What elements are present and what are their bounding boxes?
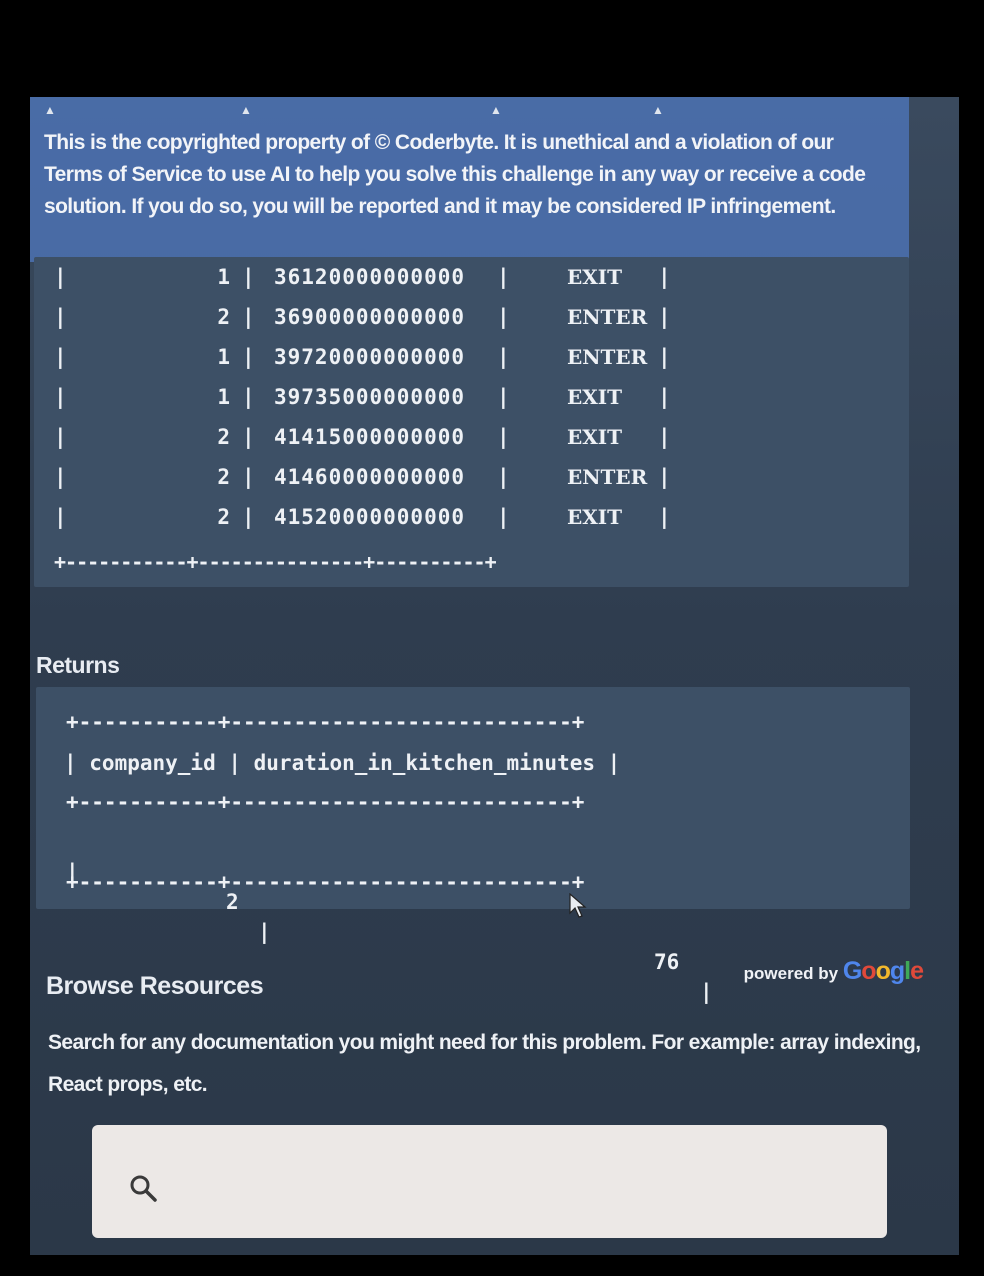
table-row: | 2 | 41460000000000 | ENTER | [34,457,909,497]
table-row: | 2 | 76 | [36,827,910,1004]
action-cell: ENTER [567,465,648,489]
timestamp-cell: 36120000000000 [274,265,466,289]
table-row: | 2 | 41520000000000 | EXIT | [34,497,909,537]
row-separator: | [258,920,271,944]
row-right-edge: | [658,345,671,369]
search-icon [130,1175,157,1202]
banner-tick-mark: ▲ [44,103,56,117]
row-separator: | [242,305,255,329]
example-input-table: | 1 | 36120000000000 | EXIT | | 2 | 36900000000000… [34,257,909,587]
table-row: | 1 | 39720000000000 | ENTER | [34,337,909,377]
row-separator: | [497,305,510,329]
banner-tick-mark: ▲ [240,103,252,117]
table-row: | 2 | 36900000000000 | ENTER | [34,297,909,337]
returns-table: +-----------+---------------------------… [36,687,910,1004]
row-separator: | [242,265,255,289]
row-left-edge: | [54,345,67,369]
row-separator: | [497,385,510,409]
row-left-edge: | [54,305,67,329]
banner-tick-mark: ▲ [490,103,502,117]
row-separator: | [497,425,510,449]
row-separator: | [497,265,510,289]
resource-search-input[interactable] [182,1155,866,1211]
action-cell: EXIT [567,425,622,449]
row-right-edge: | [658,305,671,329]
timestamp-cell: 41460000000000 [274,465,466,489]
row-right-edge: | [658,505,671,529]
input-table-bottom-border: +-----------+---------------+----------+ [54,550,497,574]
company-id-cell: 2 [217,465,230,489]
row-left-edge: | [54,385,67,409]
copyright-notice-banner: ▲ ▲ ▲ ▲ This is the copyrighted property… [30,97,909,262]
returns-duration-cell: 76 [654,950,680,974]
row-separator: | [242,465,255,489]
row-separator: | [242,385,255,409]
timestamp-cell: 41520000000000 [274,505,466,529]
row-separator: | [497,345,510,369]
company-id-cell: 1 [217,345,230,369]
row-right-edge: | [658,465,671,489]
returns-table-header-border: +-----------+---------------------------… [66,790,585,814]
coderbyte-challenge-screen: ▲ ▲ ▲ ▲ This is the copyrighted property… [30,97,959,1255]
timestamp-cell: 41415000000000 [274,425,466,449]
row-separator: | [242,345,255,369]
timestamp-cell: 36900000000000 [274,305,466,329]
company-id-cell: 2 [217,505,230,529]
banner-tick-mark: ▲ [652,103,664,117]
row-separator: | [497,465,510,489]
returns-table-top-border: +-----------+---------------------------… [66,710,585,734]
google-logo: Google [842,957,924,985]
row-left-edge: | [54,465,67,489]
timestamp-cell: 39720000000000 [274,345,466,369]
mouse-cursor-icon [569,893,587,918]
resource-search-box[interactable] [92,1125,887,1238]
powered-by-google: powered by Google [743,957,924,986]
table-row: | 1 | 39735000000000 | EXIT | [34,377,909,417]
timestamp-cell: 39735000000000 [274,385,466,409]
action-cell: EXIT [567,505,622,529]
row-right-edge: | [658,385,671,409]
table-row: | 1 | 36120000000000 | EXIT | [34,257,909,297]
company-id-cell: 2 [217,305,230,329]
row-left-edge: | [54,505,67,529]
row-left-edge: | [54,425,67,449]
resources-description: Search for any documentation you might n… [48,1031,921,1096]
action-cell: EXIT [567,265,622,289]
row-separator: | [242,425,255,449]
browse-resources-title: Browse Resources [46,972,264,1000]
action-cell: ENTER [567,345,648,369]
row-left-edge: | [54,265,67,289]
row-right-edge: | [658,425,671,449]
company-id-cell: 1 [217,265,230,289]
company-id-cell: 1 [217,385,230,409]
row-separator: | [242,505,255,529]
company-id-cell: 2 [217,425,230,449]
returns-label: Returns [36,652,120,678]
returns-table-bottom-border: +-----------+---------------------------… [66,870,585,894]
row-right-edge: | [658,265,671,289]
powered-by-label: powered by [743,964,839,983]
action-cell: ENTER [567,305,648,329]
row-right-edge: | [700,980,713,1004]
copyright-notice-text: This is the copyrighted property of © Co… [44,131,866,218]
action-cell: EXIT [567,385,622,409]
row-separator: | [497,505,510,529]
table-row: | 2 | 41415000000000 | EXIT | [34,417,909,457]
returns-table-header: | company_id | duration_in_kitchen_minut… [64,751,621,775]
